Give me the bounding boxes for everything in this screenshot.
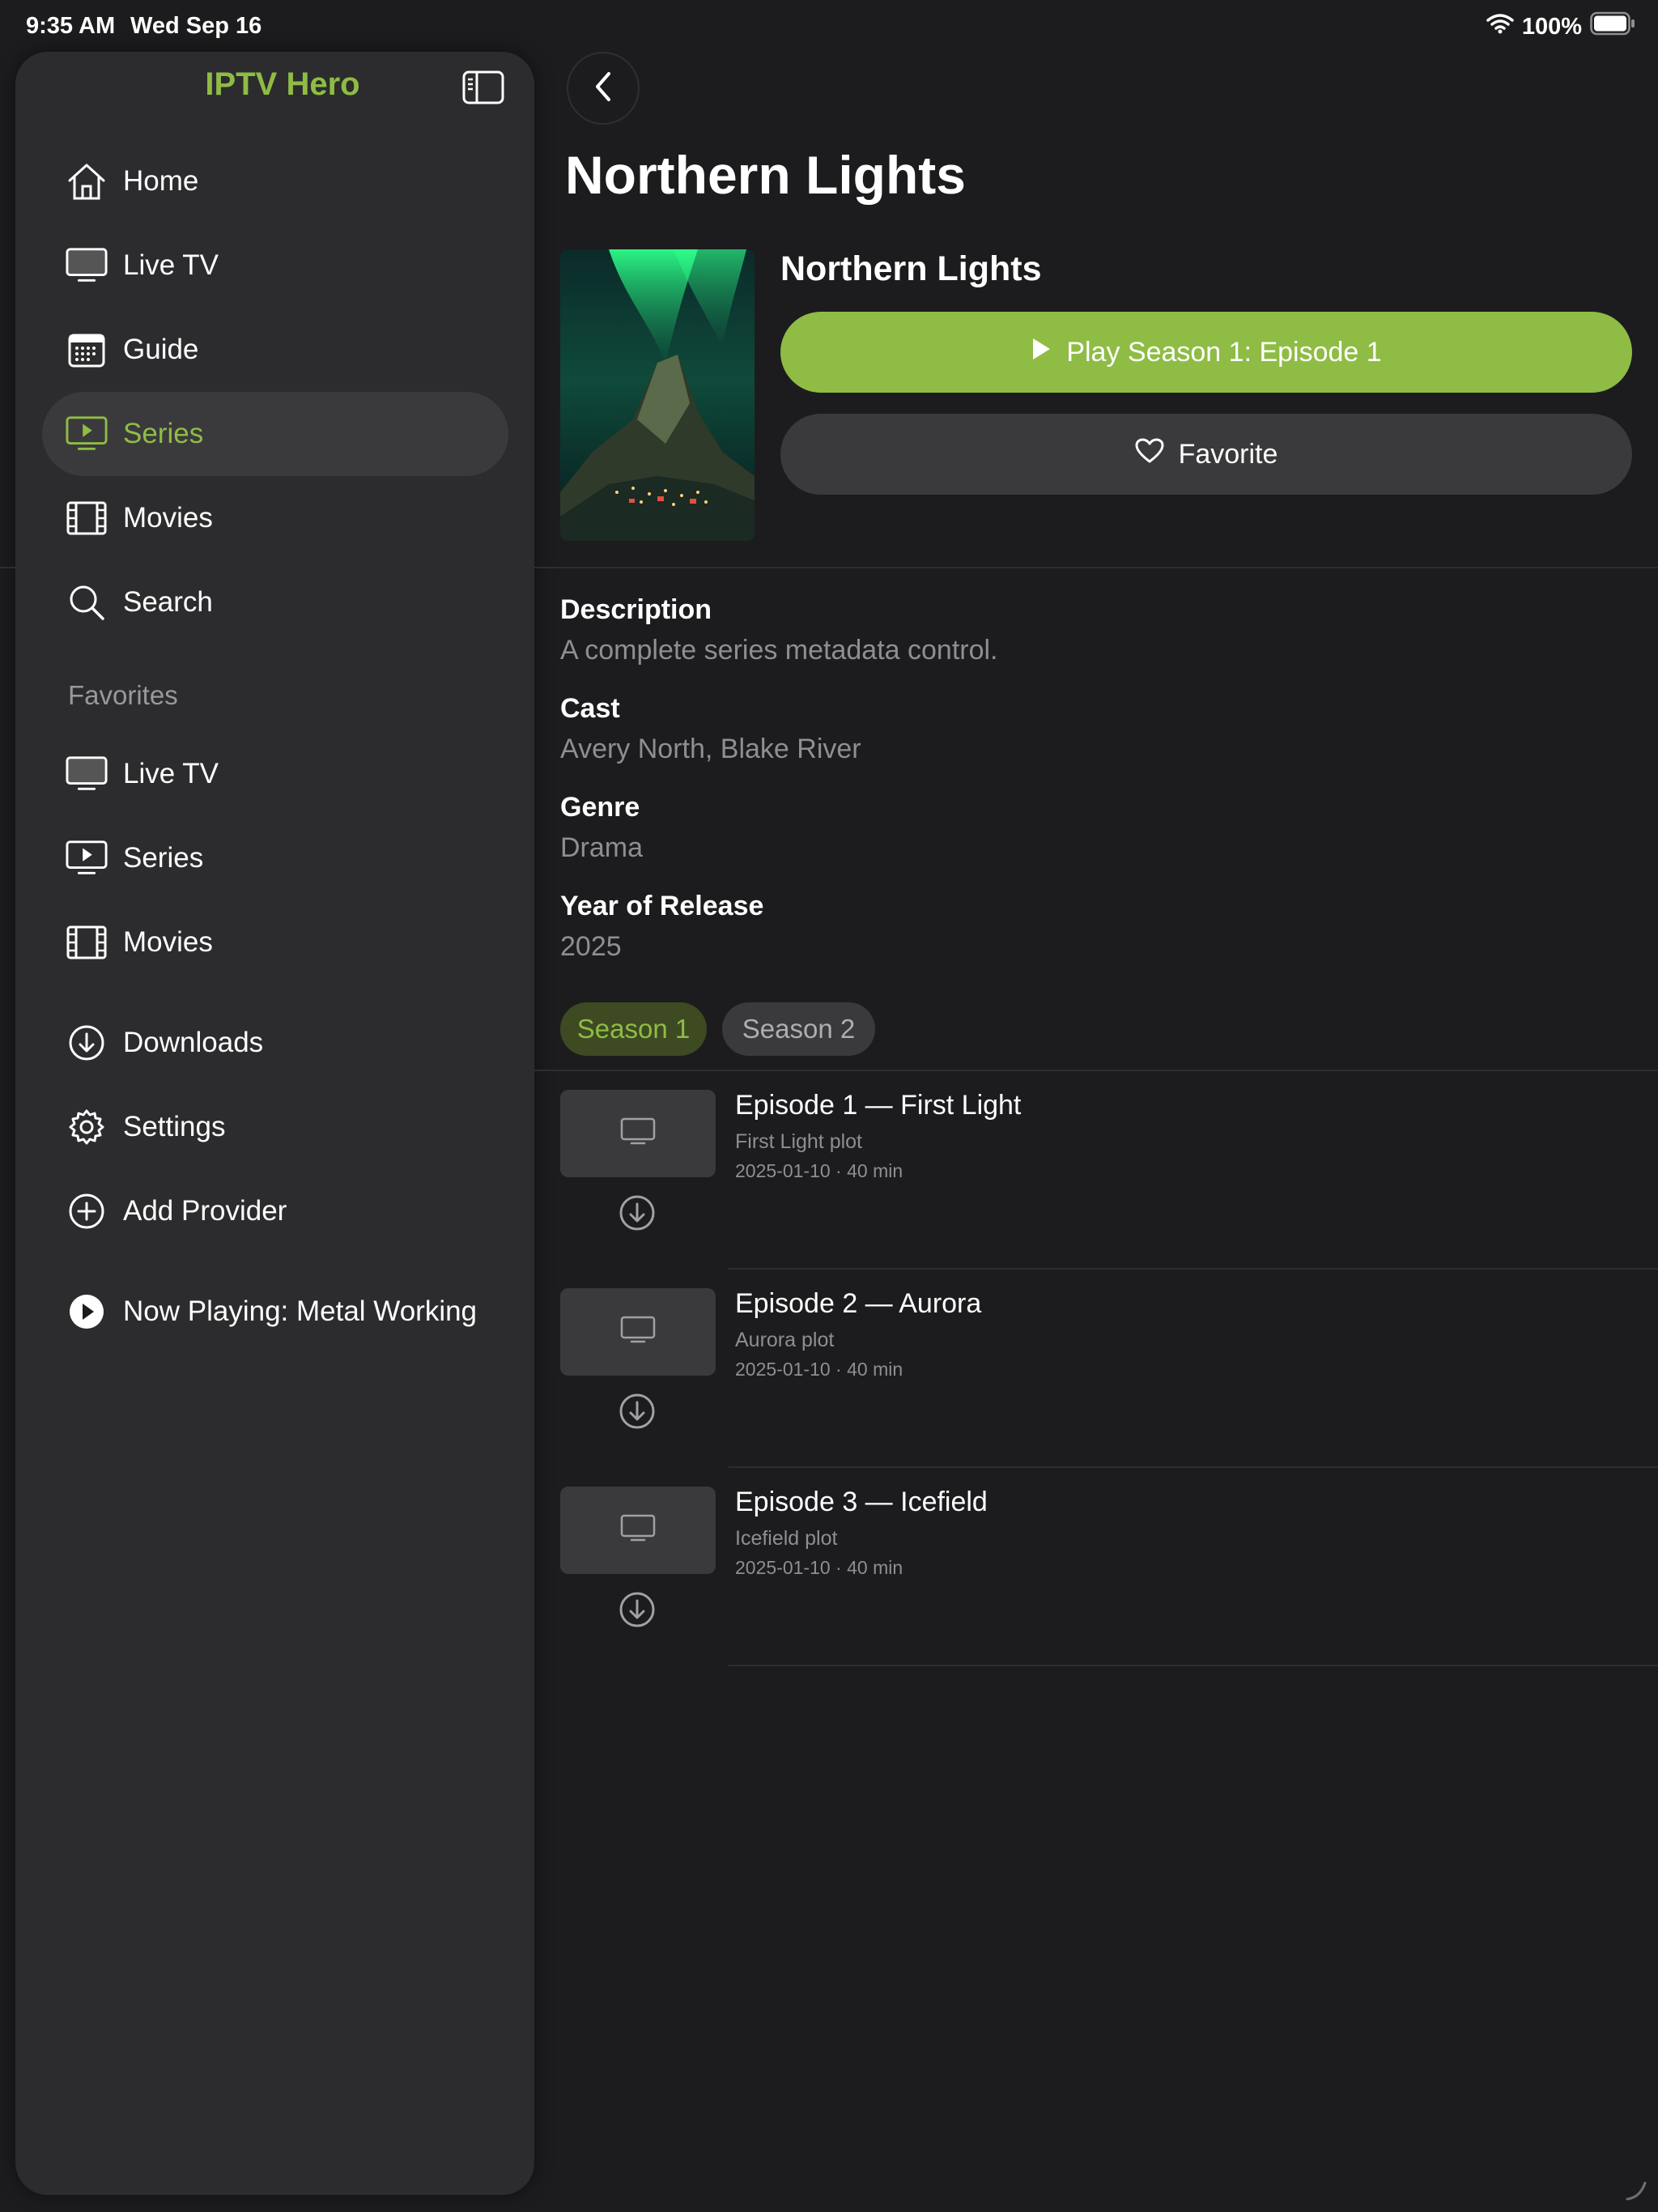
film-icon	[66, 497, 108, 539]
series-poster	[560, 249, 755, 541]
favorite-button-label: Favorite	[1178, 438, 1278, 470]
sidebar-item-favorite-series[interactable]: Series	[42, 816, 508, 900]
play-icon	[1031, 337, 1052, 368]
film-icon	[66, 921, 108, 963]
status-date: Wed Sep 16	[130, 13, 262, 39]
download-icon[interactable]	[618, 1392, 657, 1431]
episode-title: Episode 3 — Icefield	[735, 1487, 988, 1517]
cast-value: Avery North, Blake River	[560, 734, 861, 764]
episode-info: 2025-01-10 · 40 min	[735, 1160, 903, 1181]
chevron-left-icon	[593, 70, 614, 107]
favorites-heading: Favorites	[68, 680, 178, 710]
sidebar-item-live-tv[interactable]: Live TV	[42, 223, 508, 308]
year-label: Year of Release	[560, 891, 764, 921]
download-icon[interactable]	[618, 1193, 657, 1232]
series-name: Northern Lights	[780, 249, 1042, 288]
sidebar-item-label: Series	[123, 842, 204, 874]
page-title: Northern Lights	[565, 145, 966, 205]
description-label: Description	[560, 594, 712, 625]
divider	[534, 567, 1658, 568]
episode-thumbnail	[560, 1090, 716, 1177]
sidebar-toggle-icon[interactable]	[462, 70, 504, 104]
divider	[729, 1466, 1658, 1468]
sidebar-item-guide[interactable]: Guide	[42, 308, 508, 392]
sidebar-item-favorite-live-tv[interactable]: Live TV	[42, 732, 508, 816]
divider	[729, 1665, 1658, 1666]
episode-thumbnail	[560, 1487, 716, 1574]
sidebar-item-now-playing[interactable]: Now Playing: Metal Working	[42, 1270, 508, 1354]
resize-handle-icon[interactable]	[1624, 2178, 1648, 2206]
sidebar-item-label: Movies	[123, 502, 213, 534]
tab-season-2[interactable]: Season 2	[722, 1002, 875, 1056]
sidebar-item-series[interactable]: Series	[42, 392, 508, 476]
sidebar-item-add-provider[interactable]: Add Provider	[42, 1169, 508, 1253]
play-rectangle-icon	[66, 837, 108, 879]
download-icon	[66, 1022, 108, 1064]
genre-value: Drama	[560, 832, 644, 863]
status-time: 9:35 AM	[26, 13, 116, 39]
sidebar-item-label: Search	[123, 586, 213, 618]
divider	[729, 1268, 1658, 1270]
play-rectangle-icon	[66, 413, 108, 455]
download-icon[interactable]	[618, 1590, 657, 1629]
episode-thumbnail	[560, 1288, 716, 1376]
tv-icon	[620, 1514, 656, 1547]
episode-title: Episode 2 — Aurora	[735, 1288, 982, 1319]
sidebar-item-label: Movies	[123, 926, 213, 958]
sidebar-item-label: Downloads	[123, 1027, 264, 1058]
calendar-icon	[66, 329, 108, 371]
sidebar-item-downloads[interactable]: Downloads	[42, 1001, 508, 1085]
tab-season-1[interactable]: Season 1	[560, 1002, 707, 1056]
sidebar-item-label: Home	[123, 165, 199, 197]
sidebar-item-favorite-movies[interactable]: Movies	[42, 900, 508, 985]
sidebar-item-home[interactable]: Home	[42, 139, 508, 223]
favorite-button[interactable]: Favorite	[780, 414, 1632, 495]
tv-icon	[66, 245, 108, 287]
sidebar-item-label: Live TV	[123, 758, 219, 789]
episode-plot: Icefield plot	[735, 1527, 838, 1550]
sidebar-item-label: Live TV	[123, 249, 219, 281]
plus-circle-icon	[66, 1190, 108, 1232]
sidebar-item-settings[interactable]: Settings	[42, 1085, 508, 1169]
search-icon	[66, 581, 108, 623]
sidebar-item-movies[interactable]: Movies	[42, 476, 508, 560]
battery-icon	[1590, 11, 1635, 42]
sidebar-item-label: Settings	[123, 1111, 226, 1142]
genre-label: Genre	[560, 792, 640, 823]
sidebar-item-label: Guide	[123, 334, 199, 365]
tv-icon	[66, 753, 108, 795]
back-button[interactable]	[567, 52, 640, 125]
episode-plot: Aurora plot	[735, 1329, 835, 1351]
play-circle-icon	[66, 1291, 108, 1333]
battery-percent: 100%	[1521, 13, 1582, 40]
sidebar-item-label: Add Provider	[123, 1195, 287, 1227]
status-indicators: 100%	[1486, 11, 1635, 42]
house-icon	[66, 160, 108, 202]
play-button[interactable]: Play Season 1: Episode 1	[780, 312, 1632, 393]
sidebar-item-label: Series	[123, 418, 204, 449]
description-value: A complete series metadata control.	[560, 635, 998, 666]
divider	[534, 1070, 1658, 1071]
episode-plot: First Light plot	[735, 1130, 863, 1153]
episode-info: 2025-01-10 · 40 min	[735, 1557, 903, 1578]
play-button-label: Play Season 1: Episode 1	[1066, 336, 1382, 368]
heart-icon	[1135, 438, 1164, 471]
sidebar-item-label: Now Playing: Metal Working	[123, 1295, 478, 1327]
episode-title: Episode 1 — First Light	[735, 1090, 1022, 1121]
tv-icon	[620, 1117, 656, 1151]
year-value: 2025	[560, 931, 622, 962]
sidebar-item-search[interactable]: Search	[42, 560, 508, 644]
app-title: IPTV Hero	[205, 66, 360, 102]
episode-info: 2025-01-10 · 40 min	[735, 1359, 903, 1380]
cast-label: Cast	[560, 693, 620, 724]
tv-icon	[620, 1316, 656, 1349]
wifi-icon	[1486, 13, 1514, 40]
divider	[0, 567, 15, 568]
gear-icon	[66, 1106, 108, 1148]
